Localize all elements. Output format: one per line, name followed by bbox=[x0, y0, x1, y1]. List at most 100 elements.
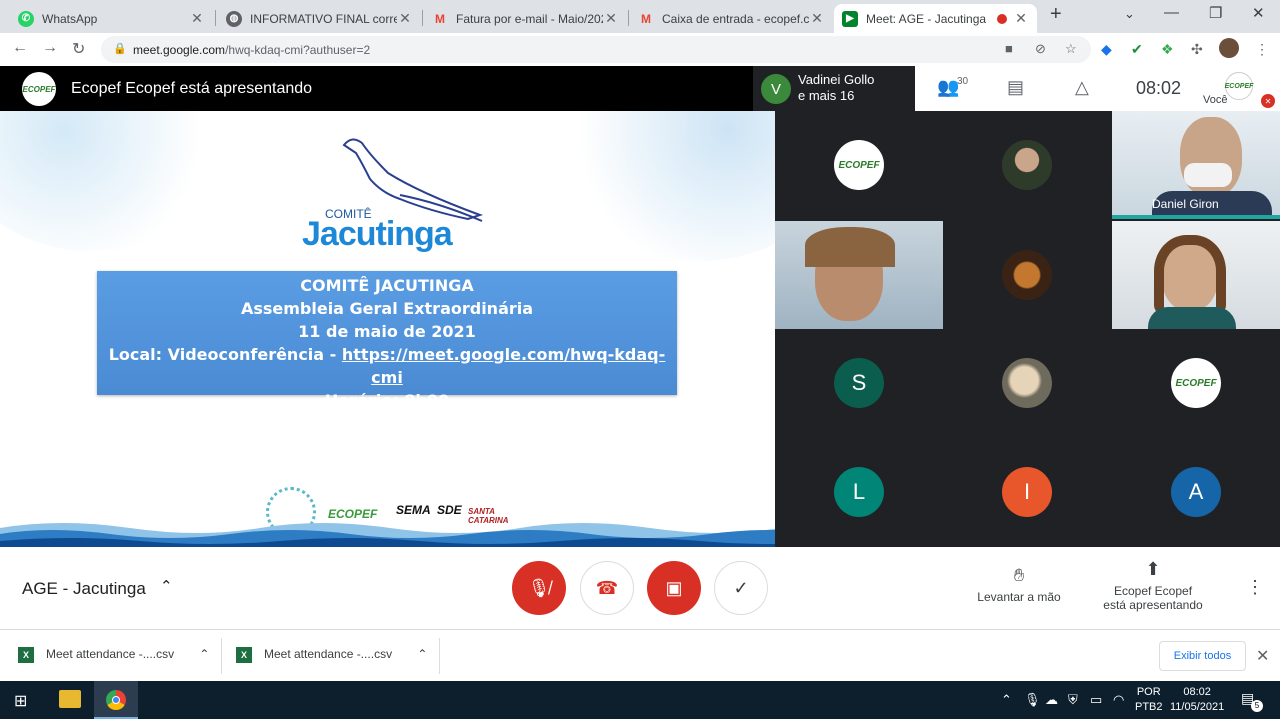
microphone-icon[interactable]: 🎙︎ bbox=[1024, 692, 1041, 708]
participant-video-tile[interactable]: Daniel Giron bbox=[1112, 111, 1280, 219]
checkmark-extension-icon[interactable]: ✔ bbox=[1131, 41, 1143, 58]
tray-chevron-icon[interactable]: ⌃ bbox=[1001, 692, 1012, 708]
mic-toggle-button[interactable]: 🎙︎̸ bbox=[512, 561, 566, 615]
participant-tile[interactable]: ECOPEF bbox=[1112, 329, 1280, 437]
active-speaker[interactable]: V Vadinei Gollo e mais 16 bbox=[753, 66, 915, 111]
present-now-button[interactable]: ⬆ Ecopef Ecopef está apresentando bbox=[1093, 559, 1213, 612]
face-mask bbox=[1184, 163, 1232, 187]
raise-hand-button[interactable]: ✋︎ Levantar a mão bbox=[970, 565, 1068, 604]
hide-icon[interactable]: ⊘ bbox=[1035, 41, 1046, 57]
tab-search-icon[interactable]: ⌄ bbox=[1124, 6, 1135, 22]
download-item[interactable]: X Meet attendance -....csv ⌃ bbox=[236, 647, 427, 663]
windows-start-icon[interactable]: ⊞ bbox=[14, 691, 27, 711]
whatsapp-icon: ✆ bbox=[18, 10, 34, 27]
participant-video-tile[interactable] bbox=[1112, 221, 1280, 329]
download-item[interactable]: X Meet attendance -....csv ⌃ bbox=[18, 647, 209, 663]
speaker-more: e mais 16 bbox=[798, 88, 855, 103]
tab-caixa-entrada[interactable]: M Caixa de entrada - ecopef.com ✕ bbox=[630, 4, 833, 33]
maximize-button[interactable]: ❐ bbox=[1209, 4, 1222, 22]
close-tab-icon[interactable]: ✕ bbox=[1013, 10, 1029, 27]
participant-tile[interactable]: L bbox=[775, 438, 943, 546]
taskbar-clock[interactable]: 08:02 11/05/2021 bbox=[1170, 685, 1224, 715]
wifi-icon[interactable]: ◠ bbox=[1113, 692, 1124, 708]
camera-icon[interactable]: ■ bbox=[1005, 41, 1013, 56]
battery-icon[interactable]: ▭ bbox=[1090, 692, 1102, 708]
more-options-icon[interactable]: ⋮ bbox=[1246, 577, 1264, 598]
download-filename: Meet attendance -....csv bbox=[46, 647, 175, 662]
chevron-up-icon[interactable]: ⌃ bbox=[199, 647, 209, 661]
close-tab-icon[interactable]: ✕ bbox=[189, 10, 205, 27]
tab-whatsapp[interactable]: ✆ WhatsApp ✕ bbox=[10, 4, 213, 33]
meet-bottom-bar: AGE - Jacutinga ⌃ 🎙︎̸ ☎ ▣ ✓ ✋︎ Levantar … bbox=[0, 547, 1280, 629]
back-icon[interactable]: ← bbox=[12, 39, 28, 57]
participant-grid: ECOPEF Daniel Giron S ECOPEF L I A bbox=[775, 111, 1280, 547]
language-code: POR bbox=[1136, 686, 1161, 698]
meeting-name: AGE - Jacutinga bbox=[22, 579, 146, 598]
lock-icon: 🔒 bbox=[113, 43, 127, 55]
hang-up-icon: ☎ bbox=[595, 577, 619, 598]
reload-icon[interactable]: ↻ bbox=[72, 39, 85, 59]
url-input[interactable]: 🔒 meet.google.com/hwq-kdaq-cmi?authuser=… bbox=[101, 36, 1091, 63]
tab-title: INFORMATIVO FINAL correto bbox=[250, 11, 397, 26]
chrome-icon-center bbox=[112, 696, 120, 704]
close-tab-icon[interactable]: ✕ bbox=[397, 10, 413, 27]
participant-initial-avatar: A bbox=[1171, 467, 1221, 517]
participant-tile[interactable]: S bbox=[775, 329, 943, 437]
leave-call-button[interactable]: ☎ bbox=[580, 561, 634, 615]
minimize-button[interactable]: — bbox=[1164, 4, 1179, 21]
hand-icon: ✋︎ bbox=[1013, 565, 1025, 585]
speaker-avatar: V bbox=[761, 74, 791, 104]
profile-avatar[interactable] bbox=[1219, 38, 1239, 58]
self-label: Você bbox=[1203, 94, 1228, 106]
extension-icon[interactable]: ❖ bbox=[1161, 41, 1174, 58]
puzzle-icon[interactable]: ✣ bbox=[1191, 41, 1203, 58]
new-tab-button[interactable]: + bbox=[1050, 3, 1062, 26]
show-all-downloads-button[interactable]: Exibir todos bbox=[1159, 641, 1246, 671]
chrome-taskbar-button[interactable] bbox=[94, 681, 138, 719]
close-tab-icon[interactable]: ✕ bbox=[809, 10, 825, 27]
participant-tile[interactable] bbox=[943, 111, 1111, 219]
participant-tile[interactable]: I bbox=[943, 438, 1111, 546]
windows-taskbar: ⊞ ⌃ 🎙︎ ☁ ⛨ ▭ ◠ POR PTB2 08:02 11/05/2021… bbox=[0, 681, 1280, 719]
gmail-icon: M bbox=[435, 11, 445, 26]
participant-tile[interactable] bbox=[943, 221, 1111, 329]
speaking-indicator bbox=[1112, 215, 1280, 219]
tab-title: Meet: AGE - Jacutinga bbox=[866, 11, 987, 26]
check-button[interactable]: ✓ bbox=[714, 561, 768, 615]
camera-toggle-button[interactable]: ▣ bbox=[647, 561, 701, 615]
participant-photo-avatar bbox=[1002, 358, 1052, 408]
tab-informativo[interactable]: ◍ INFORMATIVO FINAL correto ✕ bbox=[218, 4, 421, 33]
language-indicator[interactable]: POR PTB2 bbox=[1135, 685, 1163, 715]
forward-icon[interactable]: → bbox=[42, 39, 58, 57]
extension-icon[interactable]: ◆ bbox=[1101, 41, 1112, 58]
close-tab-icon[interactable]: ✕ bbox=[603, 10, 619, 27]
slide-meet-link[interactable]: https://meet.google.com/hwq-kdaq-cmi bbox=[342, 345, 665, 387]
menu-kebab-icon[interactable]: ⋮ bbox=[1255, 41, 1269, 58]
tab-fatura[interactable]: M Fatura por e-mail - Maio/2021 ✕ bbox=[424, 4, 627, 33]
slide-line-3: 11 de maio de 2021 bbox=[298, 322, 476, 341]
participant-photo-avatar bbox=[1002, 140, 1052, 190]
participant-tile[interactable] bbox=[943, 329, 1111, 437]
participant-count: 30 bbox=[957, 76, 969, 87]
taskbar-date: 11/05/2021 bbox=[1170, 701, 1225, 713]
security-icon[interactable]: ⛨ bbox=[1068, 692, 1078, 708]
meeting-details-chevron-icon[interactable]: ⌃ bbox=[160, 577, 173, 595]
sde-logo: SDE bbox=[437, 503, 462, 517]
cloud-icon[interactable]: ☁ bbox=[1045, 692, 1058, 708]
activities-icon[interactable]: △ bbox=[1075, 77, 1089, 98]
participant-video-tile[interactable] bbox=[775, 221, 943, 329]
notification-count-badge: 5 bbox=[1251, 700, 1263, 712]
participant-logo-avatar: ECOPEF bbox=[1171, 358, 1221, 408]
participant-tile[interactable]: ECOPEF bbox=[775, 111, 943, 219]
close-downloads-icon[interactable]: ✕ bbox=[1256, 646, 1269, 666]
chevron-up-icon[interactable]: ⌃ bbox=[417, 647, 427, 661]
participant-tile[interactable]: A bbox=[1112, 438, 1280, 546]
checkmark-icon: ✓ bbox=[733, 577, 749, 598]
bookmark-star-icon[interactable]: ☆ bbox=[1065, 41, 1077, 57]
excel-icon: X bbox=[18, 647, 34, 663]
file-explorer-icon[interactable] bbox=[59, 690, 81, 708]
chat-icon[interactable]: ▤ bbox=[1007, 77, 1024, 98]
slide-line-1: COMITÊ JACUTINGA bbox=[300, 276, 474, 295]
close-window-button[interactable]: ✕ bbox=[1252, 4, 1265, 22]
tab-meet[interactable]: ▶ Meet: AGE - Jacutinga ✕ bbox=[834, 4, 1037, 33]
